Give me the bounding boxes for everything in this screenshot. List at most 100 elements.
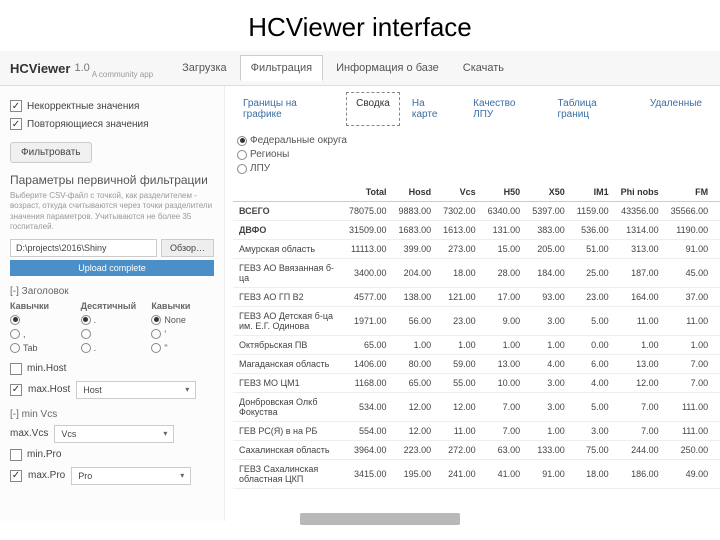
table-row[interactable]: ГЕВЗ АО Ввязанная б-ца3400.00204.0018.00… [233, 259, 720, 288]
table-cell: 202.00 [714, 460, 720, 489]
table-cell: 11.00 [615, 307, 665, 336]
table-row[interactable]: Донбровская Олкб Фокуства534.0012.0012.0… [233, 393, 720, 422]
radio-option[interactable]: . [81, 315, 144, 325]
chevron-down-icon: ▾ [163, 429, 167, 438]
table-cell: ГЕВЗ АО Детская б-ца им. Е.Г. Одинова [233, 307, 343, 336]
main-tabs: Границы на графикеСводкаНа картеКачество… [225, 86, 720, 126]
table-row[interactable]: Октябрьская ПВ65.001.001.001.001.000.001… [233, 336, 720, 355]
table-row[interactable]: ГЕВЗ АО Детская б-ца им. Е.Г. Одинова197… [233, 307, 720, 336]
level-radio[interactable]: Федеральные округа [237, 135, 708, 146]
radio-option[interactable] [81, 329, 144, 339]
column-header[interactable]: H50 [482, 183, 527, 202]
checkbox-max-pro[interactable]: ✓ [10, 470, 22, 482]
table-row[interactable]: ГЕВЗ АО ГП В24577.00138.00121.0017.0093.… [233, 288, 720, 307]
radio-option[interactable]: ' [151, 329, 214, 339]
nav-item[interactable]: Загрузка [171, 55, 237, 81]
table-cell: 17.00 [482, 288, 527, 307]
csv-options-grid: КавычкиДесятичныйКавычки.None,'Tab." [10, 301, 214, 353]
tab[interactable]: Сводка [346, 92, 400, 126]
table-cell: 7.00 [615, 422, 665, 441]
table-cell: 111.00 [665, 422, 715, 441]
table-cell: 23.00 [571, 288, 615, 307]
checkbox-repeat-values[interactable]: ✓ [10, 118, 22, 130]
level-radio[interactable]: Регионы [237, 149, 708, 160]
table-row[interactable]: Амурская область11113.00399.00273.0015.0… [233, 240, 720, 259]
checkbox-min-host[interactable] [10, 363, 22, 375]
column-header[interactable] [233, 183, 343, 202]
table-cell: 63.00 [482, 441, 527, 460]
app-header: HCViewer 1.0 A community app ЗагрузкаФил… [0, 51, 720, 86]
tab[interactable]: Качество ЛПУ [463, 92, 545, 126]
table-row[interactable]: ВСЕГО78075.009883.007302.006340.005397.0… [233, 202, 720, 221]
host-dropdown[interactable]: Host▾ [76, 381, 196, 399]
checkbox-label: max.Host [28, 384, 70, 395]
tab[interactable]: На карте [402, 92, 461, 126]
table-cell: 13.00 [482, 355, 527, 374]
column-header[interactable]: FM_proc [714, 183, 720, 202]
radio-label: " [164, 343, 167, 353]
browse-button[interactable]: Обзор… [161, 239, 214, 257]
radio-option[interactable] [10, 315, 73, 325]
radio-label: , [23, 329, 26, 339]
checkbox-max-host[interactable]: ✓ [10, 384, 22, 396]
table-cell: 7.00 [482, 422, 527, 441]
column-header: Кавычки [151, 301, 214, 311]
level-radios: Федеральные округа Регионы ЛПУ [225, 126, 720, 183]
radio-option[interactable]: , [10, 329, 73, 339]
level-radio[interactable]: ЛПУ [237, 163, 708, 174]
checkbox-incorrect-values[interactable]: ✓ [10, 100, 22, 112]
radio-icon [237, 164, 247, 174]
column-header[interactable]: X50 [526, 183, 571, 202]
table-cell: 19.00 [714, 374, 720, 393]
app-version: 1.0 [74, 62, 89, 74]
nav-item[interactable]: Информация о базе [325, 55, 450, 81]
table-cell: 7.00 [615, 393, 665, 422]
table-row[interactable]: ДВФО31509.001683.001613.00131.00383.0053… [233, 221, 720, 240]
table-row[interactable]: ГЕВЗ Сахалинская областная ЦКП3415.00195… [233, 460, 720, 489]
table-row[interactable]: Сахалинская область3964.00223.00272.0063… [233, 441, 720, 460]
vcs-toggle[interactable]: [-] min Vcs [10, 409, 214, 420]
column-header[interactable]: IM1 [571, 183, 615, 202]
pro-dropdown[interactable]: Pro▾ [71, 467, 191, 485]
table-cell: 138.00 [393, 288, 438, 307]
nav-item[interactable]: Фильтрация [240, 55, 323, 81]
table-cell: 111.00 [665, 393, 715, 422]
radio-icon [81, 329, 91, 339]
radio-option[interactable]: None [151, 315, 214, 325]
table-cell: 41.00 [482, 460, 527, 489]
column-header: Кавычки [10, 301, 73, 311]
tab[interactable]: Удаленные [640, 92, 712, 126]
column-header[interactable]: FM [665, 183, 715, 202]
column-header[interactable]: Phi nobs [615, 183, 665, 202]
table-row[interactable]: ГЕВ РС(Я) в на РБ554.0012.0011.007.001.0… [233, 422, 720, 441]
data-table: TotalHosdVcsH50X50IM1Phi nobsFMFM_procHe… [233, 183, 720, 489]
radio-option[interactable]: . [81, 343, 144, 353]
radio-option[interactable]: Tab [10, 343, 73, 353]
table-cell: 9.00 [714, 307, 720, 336]
header-toggle[interactable]: [-] Заголовок [10, 286, 214, 297]
table-cell: 39.00 [714, 288, 720, 307]
checkbox-min-pro[interactable] [10, 449, 22, 461]
column-header[interactable]: Hosd [393, 183, 438, 202]
vcs-dropdown[interactable]: Vcs▾ [54, 425, 174, 443]
table-cell: 383.00 [526, 221, 571, 240]
filter-button[interactable]: Фильтровать [10, 142, 92, 163]
tab[interactable]: Границы на графике [233, 92, 344, 126]
file-path-input[interactable]: D:\projects\2016\Shiny [10, 239, 157, 257]
filter-params-heading: Параметры первичной фильтрации [10, 173, 214, 187]
table-cell: 93.00 [714, 240, 720, 259]
data-table-wrap[interactable]: TotalHosdVcsH50X50IM1Phi nobsFMFM_procHe… [225, 183, 720, 521]
column-header[interactable]: Total [343, 183, 393, 202]
checkbox-label: Повторяющиеся значения [27, 119, 149, 130]
radio-label: Tab [23, 343, 38, 353]
nav-item[interactable]: Скачать [452, 55, 515, 81]
column-header[interactable]: Vcs [437, 183, 482, 202]
horizontal-scrollbar-thumb[interactable] [300, 513, 460, 525]
table-cell: 3400.00 [343, 259, 393, 288]
table-cell: ГЕВЗ МО ЦМ1 [233, 374, 343, 393]
table-row[interactable]: Магаданская область1406.0080.0059.0013.0… [233, 355, 720, 374]
tab[interactable]: Таблица границ [547, 92, 637, 126]
table-row[interactable]: ГЕВЗ МО ЦМ11168.0065.0055.0010.003.004.0… [233, 374, 720, 393]
radio-option[interactable]: " [151, 343, 214, 353]
radio-icon [10, 329, 20, 339]
